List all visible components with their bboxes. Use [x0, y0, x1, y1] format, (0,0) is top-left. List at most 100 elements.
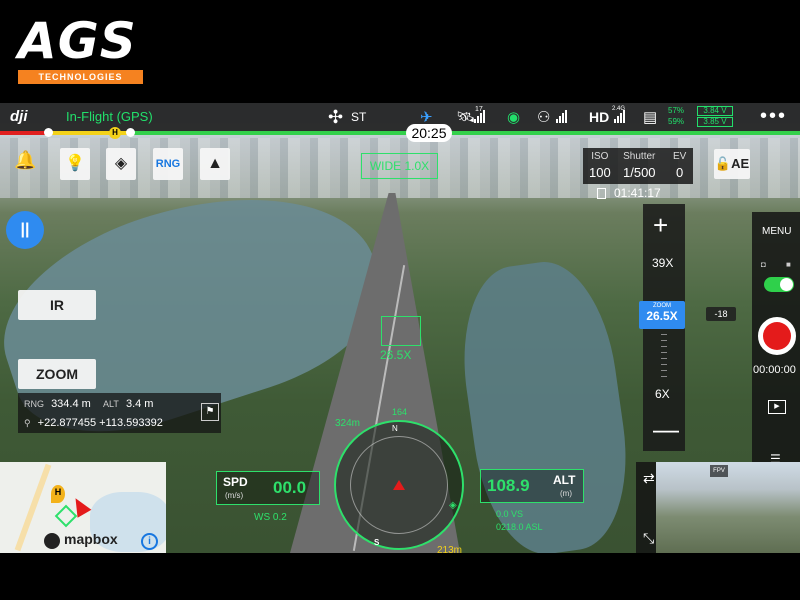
navigation-button[interactable]: ▲ — [200, 148, 230, 180]
rng-button[interactable]: RNG — [153, 148, 183, 180]
playback-icon[interactable]: ▶ — [768, 400, 786, 414]
hd-link-label[interactable]: HD — [589, 109, 609, 125]
satellite-icon[interactable]: 🛰 — [456, 108, 475, 126]
mapbox-attribution: mapbox — [64, 531, 118, 547]
zoom-current-indicator[interactable]: ZOOM 26.5X — [639, 301, 685, 329]
river-right — [450, 253, 640, 553]
menu-button[interactable]: MENU — [762, 226, 791, 237]
flight-bar-home-marker: H — [109, 127, 121, 139]
brand-header: AGS TECHNOLOGIES — [0, 0, 800, 103]
spd-label: SPD — [223, 475, 248, 489]
lock-icon: 🔓 — [714, 156, 732, 171]
altitude-indicator: 108.9 ALT (m) — [480, 469, 584, 503]
expand-icon[interactable]: ⤡ — [643, 530, 654, 547]
compass-south: S — [374, 538, 380, 547]
zoom-out-button[interactable]: — — [653, 414, 679, 445]
zoom-ticks — [661, 334, 667, 382]
map-home-marker: H — [51, 485, 65, 503]
ev-label: EV — [673, 151, 687, 162]
ae-label: AE — [731, 156, 750, 171]
spotlight-icon: 💡 — [65, 155, 85, 172]
ae-lock-button[interactable]: 🔓AE — [714, 149, 750, 179]
vision-sensor-icon[interactable]: ◉ — [507, 108, 520, 126]
spd-unit: (m/s) — [225, 491, 244, 500]
speed-indicator: SPD (m/s) 00.0 — [216, 471, 320, 505]
recording-timer: 00:00:00 — [753, 364, 796, 376]
battery-voltage-2: 3.85 V — [697, 117, 733, 127]
zoom-target-frame[interactable] — [381, 316, 421, 346]
status-bar: dji In-Flight (GPS) ✣ ST ✈ 🛰 17 ◉ ⚇ HD 2… — [0, 103, 800, 131]
target-info-panel: RNG 334.4 m ALT 3.4 m ⚲ +22.877455 +113.… — [18, 393, 221, 433]
flight-bar-marker-low — [126, 128, 135, 137]
swap-view-icon[interactable]: ⇄ — [643, 470, 655, 487]
remote-controller-icon[interactable]: ⚇ — [537, 108, 550, 126]
shutter-label: Shutter — [623, 151, 656, 162]
gps-coordinates: +22.877455 +113.593392 — [37, 417, 163, 429]
zoom-current-value: 26.5X — [646, 309, 678, 323]
fpv-view — [656, 462, 800, 553]
home-point-icon: ◈ — [449, 500, 457, 511]
shutter-value: 1/500 — [623, 165, 656, 180]
aircraft-status-icon[interactable]: ✣ — [328, 107, 343, 128]
mapbox-logo-icon — [44, 533, 60, 549]
zoom-button[interactable]: ZOOM — [18, 359, 96, 389]
ev-value: 0 — [676, 165, 684, 180]
camera-parameters[interactable]: ISO 100 Shutter 1/500 EV 0 — [583, 148, 693, 184]
home-distance: 213m — [437, 545, 463, 556]
remaining-flight-time: 20:25 — [406, 124, 452, 142]
ir-button[interactable]: IR — [18, 290, 96, 320]
alt-value: 3.4 m — [125, 398, 154, 410]
zoom-in-button[interactable]: + — [653, 210, 668, 241]
photo-mode-icon: ◘ — [761, 260, 766, 269]
more-icon[interactable]: ••• — [760, 105, 787, 128]
battery-voltage-1: 3.84 V — [697, 106, 733, 116]
zoom-min-label: 6X — [655, 387, 670, 401]
wind-speed: WS 0.2 — [254, 512, 287, 523]
alt-label-main: ALT — [553, 473, 576, 487]
flight-bar-marker-critical — [44, 128, 53, 137]
heading-value: 164 — [392, 407, 408, 417]
rng-value: 334.4 m — [51, 398, 91, 410]
alt-value-main: 108.9 — [487, 476, 530, 495]
pause-button[interactable]: || — [6, 211, 44, 249]
flag-icon[interactable]: ⚑ — [201, 403, 219, 421]
spotlight-button[interactable]: 💡 — [60, 148, 90, 180]
gps-signal-icon — [474, 110, 485, 123]
app-logo[interactable]: dji — [10, 108, 28, 125]
wide-camera-frame[interactable]: WIDE 1.0X — [361, 153, 438, 179]
navigation-icon: ▲ — [207, 155, 223, 172]
aircraft-mode-label: ST — [351, 110, 367, 124]
logo-text: AGS — [18, 12, 137, 70]
record-button[interactable] — [758, 317, 796, 355]
vertical-speed: 0.0 VS — [496, 509, 524, 519]
zoom-target-label: 26.5X — [380, 348, 412, 362]
bottom-letterbox — [0, 553, 800, 600]
battery-icon[interactable]: ▤ — [643, 108, 657, 126]
flight-mode-status[interactable]: In-Flight (GPS) — [66, 109, 153, 124]
battery-percent-2: 59% — [668, 117, 685, 126]
logo-subtext: TECHNOLOGIES — [18, 70, 143, 84]
zoom-max-label: 39X — [652, 256, 674, 270]
fpv-label: FPV — [710, 465, 728, 477]
battery-percent-1: 57% — [668, 106, 685, 115]
waypoint-icon: ◈ — [114, 155, 128, 172]
alt-label: ALT — [103, 399, 119, 409]
sd-card-icon — [597, 188, 606, 199]
iso-value: 100 — [589, 165, 611, 180]
drone-distance: 324m — [335, 418, 361, 429]
map-info-icon[interactable]: i — [141, 533, 158, 550]
flight-bar-critical — [0, 131, 48, 135]
hd-signal-icon — [614, 110, 625, 123]
altitude-asl: 0218.0 ASL — [496, 522, 543, 532]
waypoint-button[interactable]: ◈ — [106, 148, 136, 180]
remaining-record-time: 01:41:17 — [614, 186, 661, 200]
photo-video-toggle[interactable] — [764, 277, 794, 292]
zoom-slider[interactable]: + 39X ZOOM 26.5X 6X — — [639, 204, 685, 451]
iso-label: ISO — [591, 151, 609, 162]
video-mode-icon: ■ — [786, 260, 791, 269]
alt-unit: (m) — [560, 489, 572, 498]
aircraft-icon — [393, 480, 405, 490]
compass-north: N — [392, 424, 398, 433]
alert-icon[interactable]: 🔔 — [14, 150, 36, 171]
camera-control-panel: MENU ◘ ■ 00:00:00 ▶ ☰ — [752, 212, 800, 476]
